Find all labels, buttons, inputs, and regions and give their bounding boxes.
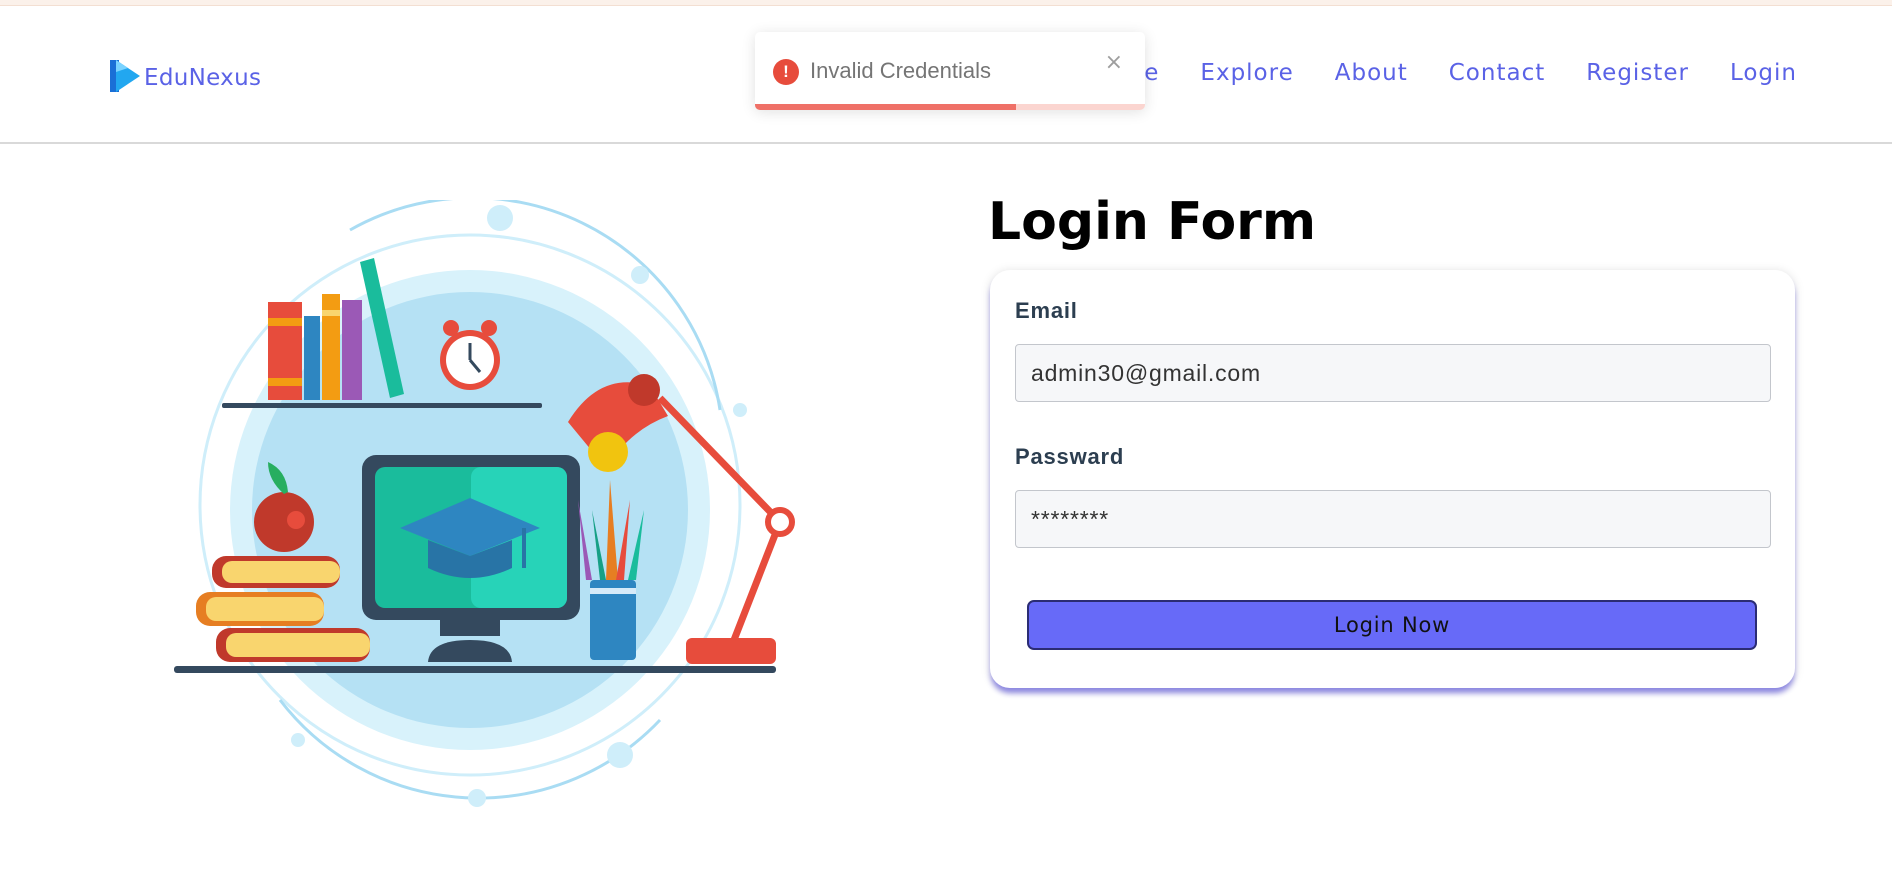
study-desk-illustration [160, 196, 820, 820]
login-button[interactable]: Login Now [1027, 600, 1757, 650]
nav-item-about[interactable]: About [1335, 60, 1408, 86]
play-logo-icon [108, 58, 142, 98]
page-title: Login Form [988, 192, 1316, 252]
nav-item-contact[interactable]: Contact [1449, 60, 1545, 86]
brand-link[interactable]: EduNexus [108, 58, 261, 98]
email-label: Email [1015, 298, 1078, 323]
error-toast: ! Invalid Credentials × [755, 32, 1145, 110]
login-form: Email Passward Login Now [990, 270, 1795, 688]
nav-item-explore[interactable]: Explore [1200, 60, 1293, 86]
email-field[interactable] [1015, 344, 1771, 402]
nav-item-login[interactable]: Login [1730, 60, 1797, 86]
error-icon: ! [773, 59, 799, 85]
close-icon[interactable]: × [1105, 50, 1123, 75]
toast-message: Invalid Credentials [810, 58, 991, 83]
toast-progress-track [755, 104, 1145, 110]
brand-name: EduNexus [144, 65, 262, 91]
nav-item-home[interactable]: e [1144, 60, 1159, 86]
nav-item-register[interactable]: Register [1586, 60, 1689, 86]
password-field[interactable] [1015, 490, 1771, 548]
password-label: Passward [1015, 444, 1125, 469]
main-nav: e Explore About Contact Register Login [1144, 60, 1797, 86]
toast-progress-bar [755, 104, 1017, 110]
